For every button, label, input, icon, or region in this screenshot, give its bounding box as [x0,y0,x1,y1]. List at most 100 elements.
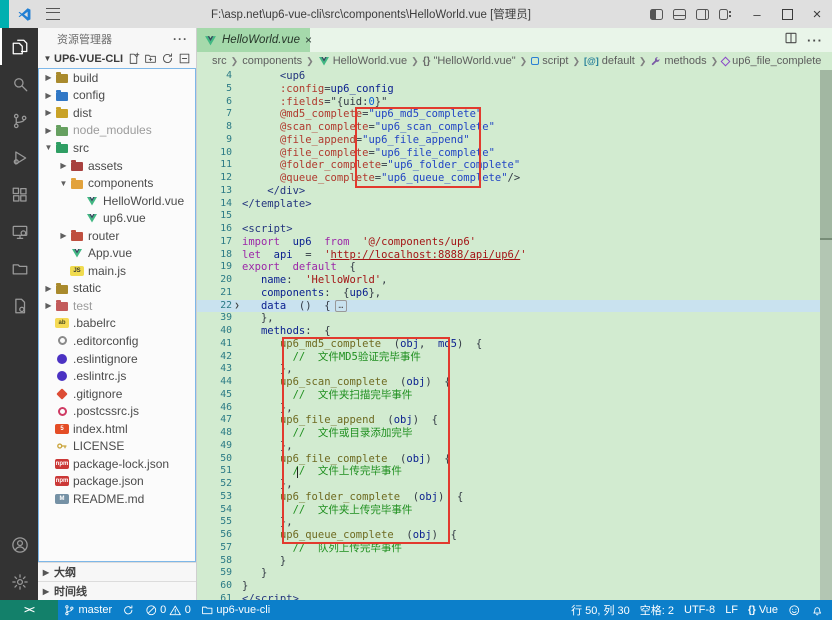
status-workspace-folder[interactable]: up6-vue-cli [196,600,275,620]
editor-more-actions-icon[interactable]: ··· [807,33,823,48]
close-tab-icon[interactable]: × [305,34,312,46]
tree-item-config[interactable]: ▶ config [39,87,195,105]
status-eol[interactable]: LF [720,600,743,620]
code-line-18[interactable]: 18 let api = 'http://localhost:8888/api/u… [197,249,832,262]
status-branch[interactable]: master [58,600,117,620]
activity-explorer-icon[interactable] [0,28,38,65]
code-line-59[interactable]: 59 } [197,567,832,580]
tree-item-index.html[interactable]: 5 index.html [39,420,195,438]
status-problems[interactable]: 00 [140,600,196,620]
split-editor-icon[interactable] [784,31,798,50]
tree-item-components[interactable]: ▼ components [39,174,195,192]
code-line-39[interactable]: 39 }, [197,312,832,325]
tree-item-README.md[interactable]: M README.md [39,490,195,508]
activity-settings-file-icon[interactable] [0,287,38,324]
tree-item-.editorconfig[interactable]: .editorconfig [39,332,195,350]
breadcrumb-item[interactable]: {} "HelloWorld.vue" [423,55,516,67]
status-language-mode[interactable]: {} Vue [743,600,783,620]
code-line-8[interactable]: 8 @scan_complete="up6_scan_complete" [197,121,832,134]
breadcrumb-item[interactable]: methods [650,55,707,67]
tree-item-router[interactable]: ▶ router [39,227,195,245]
editor-scrollbar[interactable] [820,70,832,600]
code-line-5[interactable]: 5 :config=up6_config [197,83,832,96]
code-line-6[interactable]: 6 :fields="{uid:0}" [197,96,832,109]
tree-item-HelloWorld.vue[interactable]: HelloWorld.vue [39,192,195,210]
code-line-13[interactable]: 13 </div> [197,185,832,198]
code-line-17[interactable]: 17 import up6 from '@/components/up6' [197,236,832,249]
code-line-21[interactable]: 21 components: {up6}, [197,287,832,300]
breadcrumb-item[interactable]: HelloWorld.vue [318,55,407,67]
new-file-icon[interactable] [127,52,140,65]
code-line-4[interactable]: 4 <up6 [197,70,832,83]
tree-item-static[interactable]: ▶ static [39,280,195,298]
activity-project-folder-icon[interactable] [0,250,38,287]
tree-item-package.json[interactable]: npm package.json [39,473,195,491]
maximize-button[interactable] [772,0,802,28]
tree-item-test[interactable]: ▶ test [39,297,195,315]
activity-remote-explorer-icon[interactable] [0,213,38,250]
menu-icon[interactable] [46,8,60,20]
tree-item-package-lock.json[interactable]: npm package-lock.json [39,455,195,473]
tab-helloworld-vue[interactable]: HelloWorld.vue × [197,28,312,52]
code-line-61[interactable]: 61 </script> [197,593,832,600]
code-line-10[interactable]: 10 @file_complete="up6_file_complete" [197,147,832,160]
refresh-icon[interactable] [161,52,174,65]
remote-indicator[interactable]: >< [0,600,58,620]
outline-section[interactable]: ▶ 大纲 [38,562,196,581]
code-line-58[interactable]: 58 } [197,555,832,568]
code-line-14[interactable]: 14 </template> [197,198,832,211]
code-line-20[interactable]: 20 name: 'HelloWorld', [197,274,832,287]
tree-item-main.js[interactable]: JS main.js [39,262,195,280]
tree-item-.gitignore[interactable]: .gitignore [39,385,195,403]
toggle-panel-icon[interactable] [673,8,686,20]
timeline-section[interactable]: ▶ 时间线 [38,581,196,600]
tree-item-src[interactable]: ▼ src [39,139,195,157]
activity-source-control-icon[interactable] [0,102,38,139]
status-cursor-position[interactable]: 行 50, 列 30 [566,600,635,620]
tree-item-.eslintignore[interactable]: .eslintignore [39,350,195,368]
status-encoding[interactable]: UTF-8 [679,600,720,620]
customize-layout-icon[interactable] [719,8,731,20]
minimize-button[interactable]: – [742,0,772,28]
activity-search-icon[interactable] [0,65,38,102]
code-line-60[interactable]: 60} [197,580,832,593]
scrollbar-thumb[interactable] [820,70,832,240]
code-line-15[interactable]: 15 [197,210,832,223]
tree-item-build[interactable]: ▶ build [39,69,195,87]
code-line-7[interactable]: 7 @md5_complete="up6_md5_complete" [197,108,832,121]
breadcrumb-item[interactable]: src [212,55,227,67]
tree-item-.babelrc[interactable]: ab .babelrc [39,315,195,333]
code-line-22[interactable]: 22 ❯ data () {… [197,299,832,313]
activity-extensions-icon[interactable] [0,176,38,213]
explorer-more-actions-icon[interactable]: ··· [173,32,188,46]
tree-item-.postcssrc.js[interactable]: .postcssrc.js [39,402,195,420]
breadcrumb-item[interactable]: script [531,55,568,67]
collapse-all-icon[interactable] [178,52,191,65]
tree-item-LICENSE[interactable]: LICENSE [39,437,195,455]
breadcrumb-item[interactable]: [@] default [584,55,635,67]
tree-item-nodemodules[interactable]: ▶ node_modules [39,122,195,140]
tree-item-.eslintrc.js[interactable]: .eslintrc.js [39,367,195,385]
fold-chevron-icon[interactable]: ❯ [232,300,242,313]
status-sync[interactable] [117,600,140,620]
breadcrumb-item[interactable]: up6_file_complete [720,55,821,67]
toggle-sidebar-icon[interactable] [650,8,663,20]
tree-item-dist[interactable]: ▶ dist [39,104,195,122]
code-line-11[interactable]: 11 @folder_complete="up6_folder_complete… [197,159,832,172]
code-line-16[interactable]: 16 <script> [197,223,832,236]
status-feedback[interactable] [783,600,806,620]
breadcrumb-item[interactable]: components [242,55,302,67]
tree-item-App.vue[interactable]: App.vue [39,244,195,262]
close-button[interactable]: × [802,0,832,28]
code-line-19[interactable]: 19 export default { [197,261,832,274]
code-editor[interactable]: 4 <up6 5 :config=up6_config 6 :fields="{ui… [197,70,832,600]
workspace-root-row[interactable]: ▼ UP6-VUE-CLI [38,49,196,68]
new-folder-icon[interactable] [144,52,157,65]
code-line-12[interactable]: 12 @queue_complete="up6_queue_complete"/… [197,172,832,185]
activity-accounts-icon[interactable] [0,526,38,563]
activity-settings-icon[interactable] [0,563,38,600]
tree-item-assets[interactable]: ▶ assets [39,157,195,175]
folded-code-badge[interactable]: … [334,299,348,313]
activity-run-debug-icon[interactable] [0,139,38,176]
tree-item-up6.vue[interactable]: up6.vue [39,209,195,227]
